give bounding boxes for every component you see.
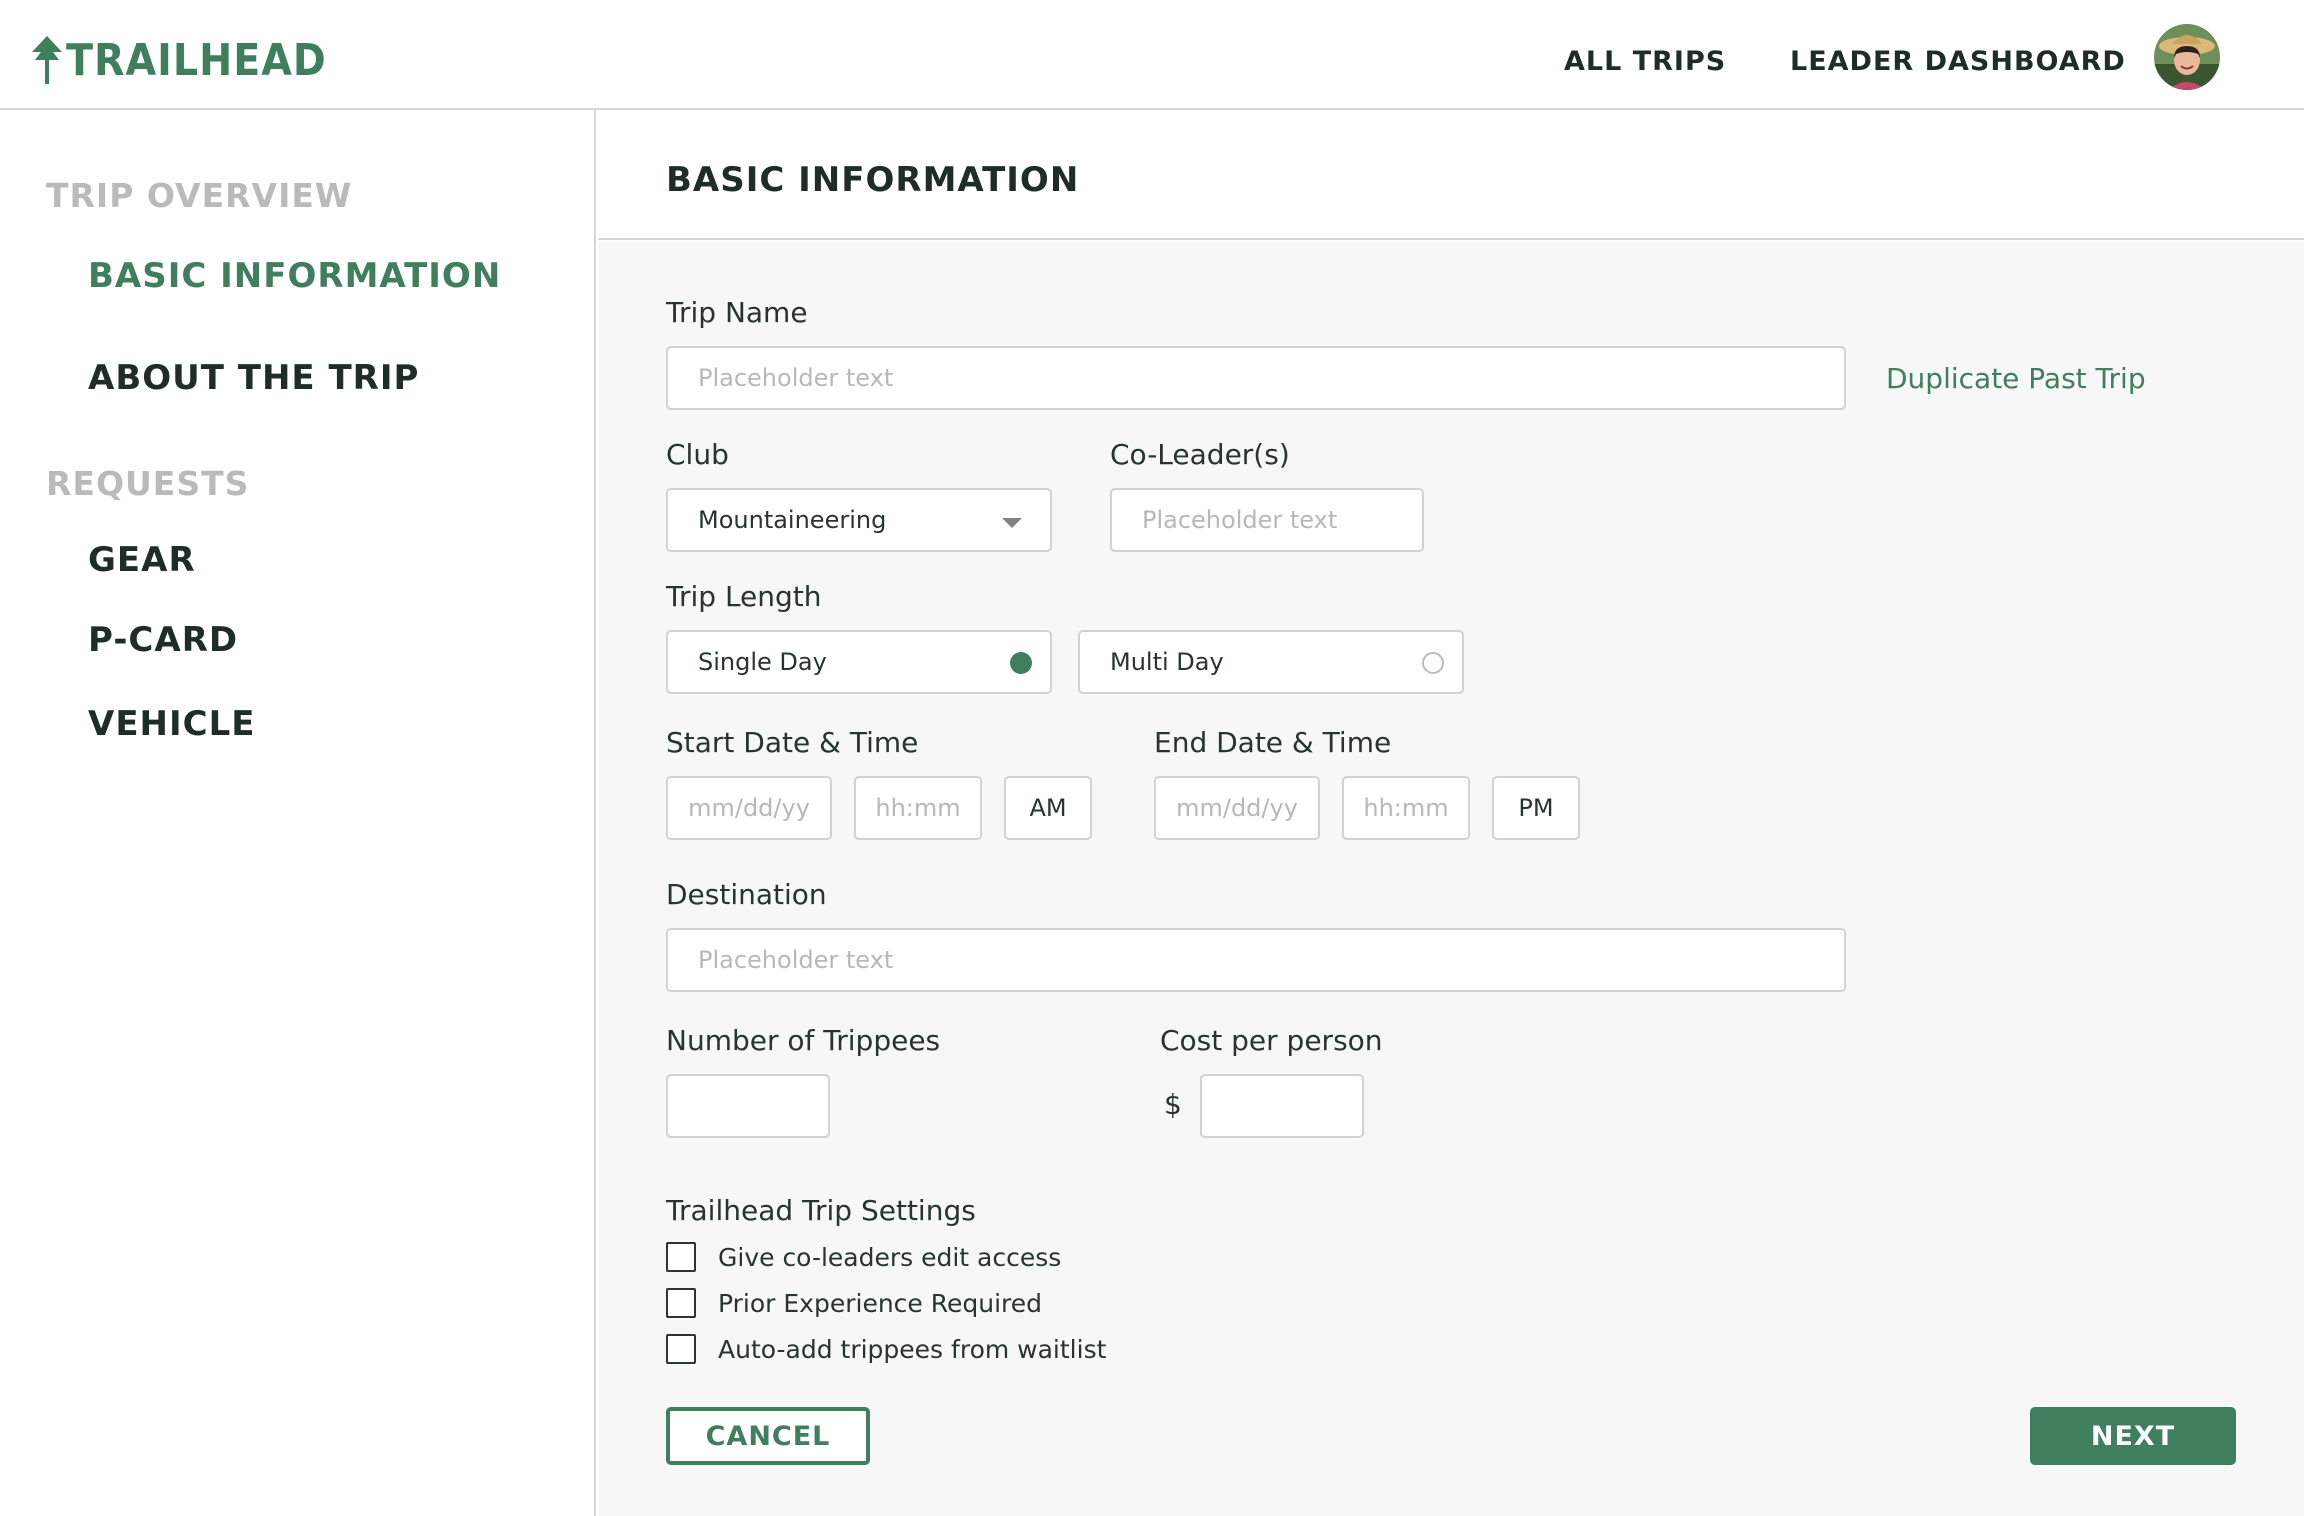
end-time-placeholder: hh:mm [1363, 794, 1449, 822]
nav-leader-dashboard[interactable]: LEADER DASHBOARD [1790, 46, 2126, 77]
trip-name-input[interactable]: Placeholder text [666, 346, 1846, 410]
setting-auto-add-waitlist[interactable]: Auto-add trippees from waitlist [666, 1334, 1106, 1364]
end-ampm-value: PM [1518, 794, 1554, 822]
top-navbar: TRAILHEAD ALL TRIPS LEADER DASHBOARD [0, 0, 2304, 110]
setting-label: Give co-leaders edit access [718, 1242, 1062, 1272]
user-avatar[interactable] [2154, 24, 2220, 90]
sidebar-item-about-the-trip[interactable]: ABOUT THE TRIP [88, 358, 419, 398]
trip-name-label: Trip Name [666, 296, 808, 329]
destination-label: Destination [666, 878, 827, 911]
checkbox[interactable] [666, 1288, 696, 1318]
coleaders-input[interactable]: Placeholder text [1110, 488, 1424, 552]
main-header: BASIC INFORMATION [598, 110, 2304, 240]
trip-length-label: Trip Length [666, 580, 822, 613]
cancel-button[interactable]: CANCEL [666, 1407, 870, 1465]
nav-all-trips[interactable]: ALL TRIPS [1564, 46, 1726, 77]
setting-coleader-edit-access[interactable]: Give co-leaders edit access [666, 1242, 1061, 1272]
setting-label: Prior Experience Required [718, 1288, 1043, 1318]
trip-name-placeholder: Placeholder text [698, 364, 894, 392]
setting-label: Auto-add trippees from waitlist [718, 1334, 1107, 1364]
trip-length-multi-day[interactable]: Multi Day [1078, 630, 1464, 694]
trip-settings-label: Trailhead Trip Settings [666, 1194, 976, 1227]
start-date-placeholder: mm/dd/yy [688, 794, 810, 822]
end-ampm-toggle[interactable]: PM [1492, 776, 1580, 840]
checkbox[interactable] [666, 1242, 696, 1272]
start-datetime-label: Start Date & Time [666, 726, 919, 759]
checkbox[interactable] [666, 1334, 696, 1364]
coleaders-label: Co-Leader(s) [1110, 438, 1290, 471]
duplicate-past-trip-link[interactable]: Duplicate Past Trip [1886, 362, 2146, 395]
trippees-input[interactable] [666, 1074, 830, 1138]
end-date-placeholder: mm/dd/yy [1176, 794, 1298, 822]
cost-input[interactable] [1200, 1074, 1364, 1138]
single-day-label: Single Day [698, 648, 827, 676]
sidebar-item-basic-information[interactable]: BASIC INFORMATION [88, 256, 501, 296]
start-time-input[interactable]: hh:mm [854, 776, 982, 840]
club-label: Club [666, 438, 729, 471]
next-button[interactable]: NEXT [2030, 1407, 2236, 1465]
sidebar: TRIP OVERVIEW BASIC INFORMATION ABOUT TH… [0, 110, 596, 1516]
trip-length-single-day[interactable]: Single Day [666, 630, 1052, 694]
logo-text: TRAILHEAD [66, 34, 327, 86]
sidebar-item-vehicle[interactable]: VEHICLE [88, 704, 256, 744]
start-time-placeholder: hh:mm [875, 794, 961, 822]
trippees-label: Number of Trippees [666, 1024, 941, 1057]
pine-tree-icon [32, 36, 62, 84]
start-date-input[interactable]: mm/dd/yy [666, 776, 832, 840]
end-date-input[interactable]: mm/dd/yy [1154, 776, 1320, 840]
trip-form: Trip Name Placeholder text Duplicate Pas… [598, 242, 2304, 1516]
start-ampm-toggle[interactable]: AM [1004, 776, 1092, 840]
club-select[interactable]: Mountaineering [666, 488, 1052, 552]
sidebar-item-p-card[interactable]: P-CARD [88, 620, 238, 660]
multi-day-label: Multi Day [1110, 648, 1224, 676]
start-ampm-value: AM [1029, 794, 1067, 822]
destination-input[interactable]: Placeholder text [666, 928, 1846, 992]
end-datetime-label: End Date & Time [1154, 726, 1392, 759]
currency-symbol: $ [1164, 1088, 1182, 1121]
page-title: BASIC INFORMATION [666, 160, 1080, 200]
coleaders-placeholder: Placeholder text [1142, 506, 1338, 534]
radio-selected-icon [1010, 652, 1032, 674]
sidebar-item-gear[interactable]: GEAR [88, 540, 196, 580]
radio-unselected-icon [1422, 652, 1444, 674]
caret-down-icon [1002, 518, 1022, 528]
club-select-value: Mountaineering [698, 506, 887, 534]
trailhead-logo[interactable]: TRAILHEAD [32, 32, 327, 88]
sidebar-section-trip-overview: TRIP OVERVIEW [46, 176, 353, 215]
setting-prior-experience[interactable]: Prior Experience Required [666, 1288, 1042, 1318]
destination-placeholder: Placeholder text [698, 946, 894, 974]
cost-label: Cost per person [1160, 1024, 1383, 1057]
sidebar-section-requests: REQUESTS [46, 464, 250, 503]
end-time-input[interactable]: hh:mm [1342, 776, 1470, 840]
